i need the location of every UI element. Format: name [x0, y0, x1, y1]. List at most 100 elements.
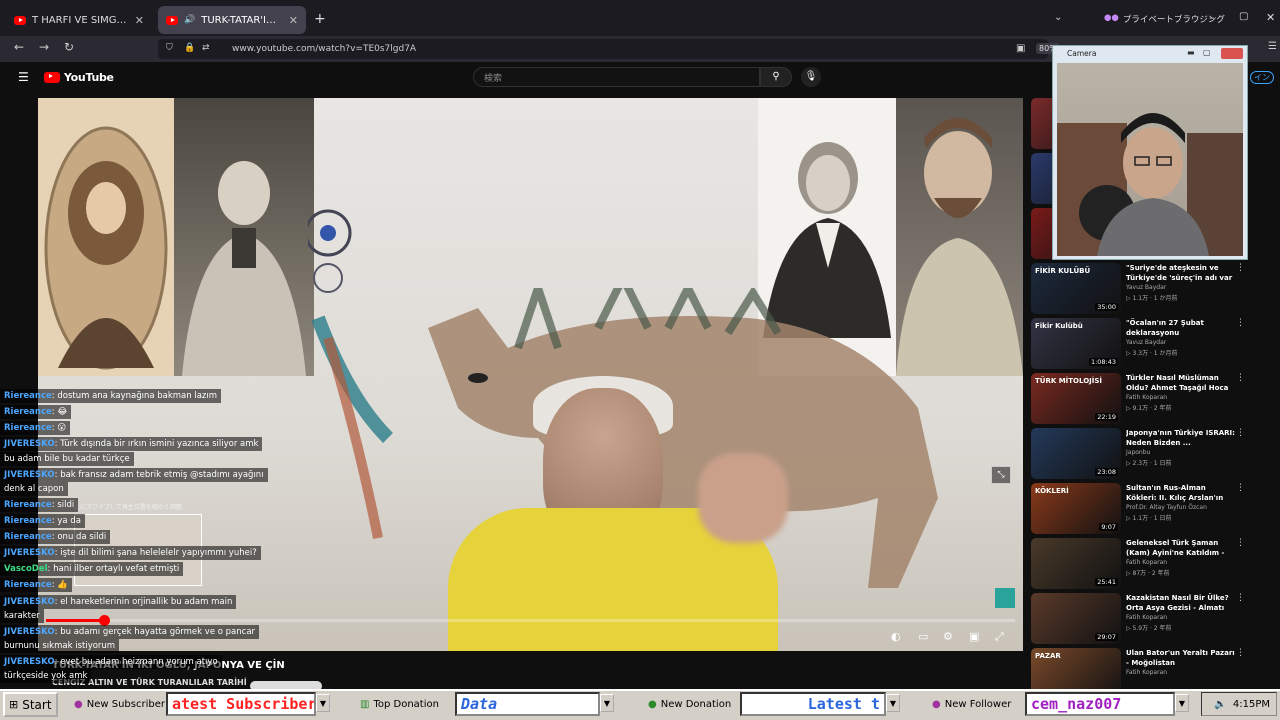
- miniplayer-icon[interactable]: ▣: [969, 630, 979, 643]
- expand-overlay-icon[interactable]: ⤡: [991, 466, 1011, 484]
- chat-username[interactable]: Riereance: [4, 407, 52, 417]
- settings-gear-icon[interactable]: ⚙: [943, 630, 953, 643]
- lock-icon[interactable]: 🔒: [184, 43, 195, 53]
- recommendation-title: Japonya'nın Türkiye ISRARI: Neden Bizden…: [1126, 429, 1235, 447]
- chat-username[interactable]: VascoDel: [4, 564, 48, 574]
- recommendation-item[interactable]: TÜRK MİTOLOJİSİ 22:19 Türkler Nasıl Müslüm…: [1031, 373, 1280, 426]
- chat-username[interactable]: JIVERESKO: [4, 657, 55, 667]
- reader-view-icon[interactable]: ▣: [1016, 43, 1025, 54]
- channel-name[interactable]: Prof.Dr. Altay Tayfun Özcan: [1126, 504, 1207, 511]
- video-duration: 25:41: [1095, 578, 1118, 586]
- channel-name[interactable]: Fatih Koparan: [1126, 669, 1167, 676]
- latest-follower-box[interactable]: cem_naz007: [1025, 692, 1175, 716]
- shield-icon[interactable]: ⛉: [166, 43, 173, 53]
- recommendation-thumbnail[interactable]: TÜRK MİTOLOJİSİ 22:19: [1031, 373, 1121, 424]
- taskbar-top-donation[interactable]: ▥ Top Donation: [360, 693, 439, 715]
- recommendation-thumbnail[interactable]: Fikir Kulübü 1:08:43: [1031, 318, 1121, 369]
- system-tray-clock[interactable]: 🔈 4:15PM: [1201, 692, 1277, 716]
- permissions-icon[interactable]: ⇄: [202, 43, 210, 53]
- hamburger-menu-icon[interactable]: ☰: [18, 70, 29, 84]
- recommendation-item[interactable]: FİKİR KULÜBÜ 35:00 "Suriye'de ateşkesin ve…: [1031, 263, 1280, 316]
- search-button[interactable]: ⚲: [760, 67, 792, 87]
- sign-in-button[interactable]: イン: [1250, 71, 1274, 84]
- channel-name[interactable]: Fatih Koparan: [1126, 394, 1167, 401]
- url-field[interactable]: ⛉ 🔒 ⇄ www.youtube.com/watch?v=TE0s7lgd7A: [158, 39, 1048, 59]
- dropdown-arrow-icon[interactable]: ▼: [886, 694, 900, 712]
- taskbar-new-donation[interactable]: ● New Donation: [648, 693, 731, 715]
- reload-icon[interactable]: ↻: [64, 40, 74, 54]
- minimize-button[interactable]: –: [1209, 11, 1215, 24]
- recommendation-thumbnail[interactable]: 25:41: [1031, 538, 1121, 589]
- more-options-icon[interactable]: ⋮: [1236, 263, 1245, 273]
- chat-username[interactable]: Riereance: [4, 516, 52, 526]
- search-input[interactable]: 検索: [473, 67, 760, 87]
- channel-name[interactable]: Japonbu: [1126, 449, 1150, 456]
- latest-donation-box[interactable]: Latest t: [740, 692, 886, 716]
- tab-turk-tatar[interactable]: 🔊 TÜRK-TATAR'IN İKİ OĞLU, J ✕: [158, 6, 306, 34]
- maximize-button[interactable]: ▢: [1239, 11, 1248, 22]
- channel-name[interactable]: Yavuz Baydar: [1126, 339, 1166, 346]
- menu-icon[interactable]: ☰: [1268, 41, 1277, 52]
- minimize-button[interactable]: ▬: [1187, 48, 1195, 57]
- more-options-icon[interactable]: ⋮: [1236, 428, 1245, 438]
- close-icon[interactable]: ✕: [289, 14, 298, 27]
- window-close-button[interactable]: ✕: [1266, 11, 1275, 24]
- more-options-icon[interactable]: ⋮: [1236, 648, 1245, 658]
- more-options-icon[interactable]: ⋮: [1236, 373, 1245, 383]
- speaker-icon[interactable]: 🔊: [184, 15, 195, 25]
- chat-username[interactable]: JIVERESKO: [4, 627, 55, 637]
- recommendation-item[interactable]: Fikir Kulübü 1:08:43 "Öcalan'ın 27 Şubat d…: [1031, 318, 1280, 371]
- dropdown-arrow-icon[interactable]: ▼: [600, 694, 614, 712]
- recommendation-item[interactable]: 25:41 Geleneksel Türk Şaman (Kam) Ayini'n…: [1031, 538, 1280, 591]
- chat-username[interactable]: Riereance: [4, 532, 52, 542]
- recommendation-thumbnail[interactable]: 23:08: [1031, 428, 1121, 479]
- recommendation-thumbnail[interactable]: KÖKLERİ 9:07: [1031, 483, 1121, 534]
- fullscreen-icon[interactable]: ⤢: [995, 630, 1004, 644]
- channel-name[interactable]: Fatih Koparan: [1126, 614, 1167, 621]
- dropdown-arrow-icon[interactable]: ▼: [316, 694, 330, 712]
- chat-message: bu adam bile bu kadar türkçe: [0, 452, 134, 466]
- start-button[interactable]: ⊞ Start: [3, 692, 58, 717]
- chat-username[interactable]: Riereance: [4, 580, 52, 590]
- chat-username[interactable]: JIVERESKO: [4, 597, 55, 607]
- recommendation-item[interactable]: KÖKLERİ 9:07 Sultan'ın Rus-Alman Kökleri: …: [1031, 483, 1280, 536]
- recommendation-item[interactable]: 29:07 Kazakistan Nasıl Bir Ülke? Orta Asy…: [1031, 593, 1280, 646]
- speaker-icon[interactable]: 🔈: [1214, 699, 1226, 710]
- tab-list-icon[interactable]: ⌄: [1054, 12, 1062, 23]
- maximize-button[interactable]: ▢: [1203, 48, 1211, 57]
- camera-close-button[interactable]: [1221, 48, 1243, 59]
- top-donation-box[interactable]: Data: [455, 692, 600, 716]
- recommendation-thumbnail[interactable]: FİKİR KULÜBÜ 35:00: [1031, 263, 1121, 314]
- more-options-icon[interactable]: ⋮: [1236, 483, 1245, 493]
- chat-username[interactable]: Riereance: [4, 423, 52, 433]
- taskbar-new-subscriber[interactable]: ● New Subscriber: [74, 693, 165, 715]
- channel-name[interactable]: Yavuz Baydar: [1126, 284, 1166, 291]
- recommendation-thumbnail[interactable]: 29:07: [1031, 593, 1121, 644]
- forward-icon[interactable]: →: [39, 40, 49, 54]
- autoplay-toggle[interactable]: ◐: [891, 630, 901, 643]
- chat-username[interactable]: Riereance: [4, 500, 52, 510]
- chat-username[interactable]: JIVERESKO: [4, 548, 55, 558]
- latest-subscriber-box[interactable]: atest Subscriber:: [166, 692, 316, 716]
- subtitles-icon[interactable]: ▭: [918, 630, 928, 643]
- recommendation-item[interactable]: 23:08 Japonya'nın Türkiye ISRARI: Neden B…: [1031, 428, 1280, 481]
- camera-window[interactable]: Camera ▬ ▢: [1052, 45, 1248, 260]
- thumbnail-text: Fikir Kulübü: [1035, 322, 1083, 330]
- close-icon[interactable]: ✕: [135, 14, 144, 27]
- chat-text: ya da: [57, 516, 81, 526]
- taskbar-new-follower[interactable]: ● New Follower: [932, 693, 1011, 715]
- more-options-icon[interactable]: ⋮: [1236, 538, 1245, 548]
- tab-t-harfi[interactable]: T HARFİ VE SİMGESİ ! - YouTube ✕: [6, 6, 152, 34]
- new-tab-button[interactable]: +: [314, 11, 326, 27]
- chat-username[interactable]: JIVERESKO: [4, 470, 55, 480]
- voice-search-button[interactable]: 🎙: [801, 67, 821, 87]
- more-options-icon[interactable]: ⋮: [1236, 318, 1245, 328]
- dropdown-arrow-icon[interactable]: ▼: [1175, 694, 1189, 712]
- youtube-logo[interactable]: YouTube: [44, 71, 114, 84]
- back-icon[interactable]: ←: [14, 40, 24, 54]
- chat-message: JIVERESKO: evet bu adam heizmann yorum a…: [0, 655, 222, 669]
- more-options-icon[interactable]: ⋮: [1236, 593, 1245, 603]
- chat-username[interactable]: Riereance: [4, 391, 52, 401]
- chat-username[interactable]: JIVERESKO: [4, 439, 55, 449]
- channel-name[interactable]: Fatih Koparan: [1126, 559, 1167, 566]
